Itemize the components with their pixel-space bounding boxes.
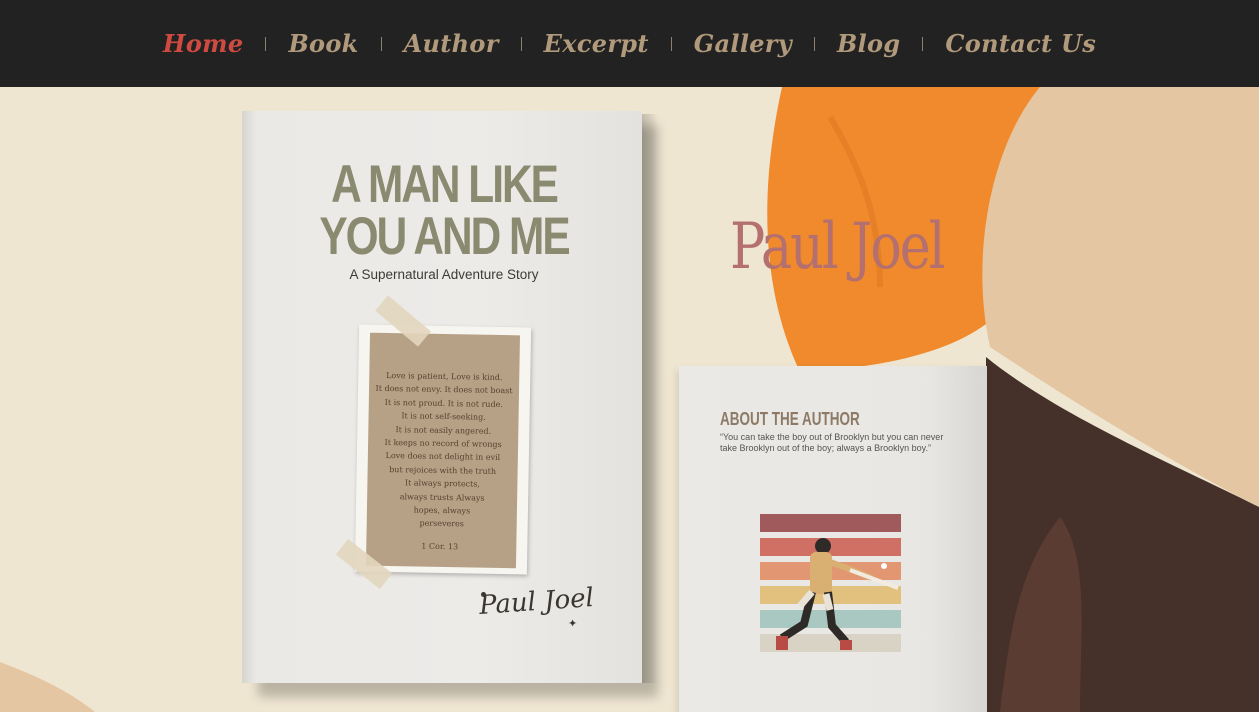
top-navigation-bar: Home Book Author Excerpt Gallery Blog Co… (0, 0, 1259, 87)
book-page-shadow (642, 114, 658, 683)
nav-divider (922, 36, 924, 51)
book-title-line-2: YOU AND ME (319, 207, 570, 266)
verse-text: Love is patient, Love is kind. It does no… (367, 369, 520, 532)
nav-book-link[interactable]: Book (288, 29, 358, 58)
book-title-line-1: A MAN LIKE (331, 155, 559, 214)
book-subtitle: A Supernatural Adventure Story (349, 267, 539, 282)
about-heading: ABOUT THE AUTHOR (720, 409, 860, 429)
about-author-card[interactable]: ABOUT THE AUTHOR “You can take the boy o… (679, 366, 987, 712)
book-cover[interactable]: A MAN LIKE YOU AND ME A Supernatural Adv… (242, 111, 642, 683)
nav-divider (380, 36, 382, 51)
book-title: A MAN LIKE YOU AND ME (282, 155, 605, 266)
hero-section: A MAN LIKE YOU AND ME A Supernatural Adv… (0, 87, 1259, 712)
nav-gallery-link[interactable]: Gallery (694, 29, 792, 58)
about-quote: “You can take the boy out of Brooklyn bu… (720, 432, 944, 453)
nav-excerpt-link[interactable]: Excerpt (544, 29, 649, 58)
nav-home-link[interactable]: Home (163, 29, 244, 58)
verse-photo: Love is patient, Love is kind. It does no… (354, 324, 532, 575)
nav-divider (265, 36, 267, 51)
author-brand-name: Paul Joel (730, 210, 946, 284)
batter-figure (776, 538, 899, 650)
sparkle-icon: ✦ (568, 617, 578, 630)
bottom-left-swoosh (0, 662, 95, 712)
author-signature: Paul Joel (478, 583, 595, 621)
nav-contact-link[interactable]: Contact Us (945, 29, 1096, 58)
nav-divider (814, 36, 815, 51)
nav-author-link[interactable]: Author (404, 29, 499, 58)
main-menu: Home Book Author Excerpt Gallery Blog Co… (0, 0, 1259, 87)
batter-swinging-illustration (760, 514, 901, 653)
nav-divider (520, 36, 522, 51)
verse-reference: 1 Cor. 13 (421, 541, 459, 552)
nav-blog-link[interactable]: Blog (837, 29, 900, 58)
verse-photo-image: Love is patient, Love is kind. It does no… (365, 332, 521, 569)
verse-line: perseveres (419, 519, 464, 529)
nav-divider (670, 36, 672, 51)
